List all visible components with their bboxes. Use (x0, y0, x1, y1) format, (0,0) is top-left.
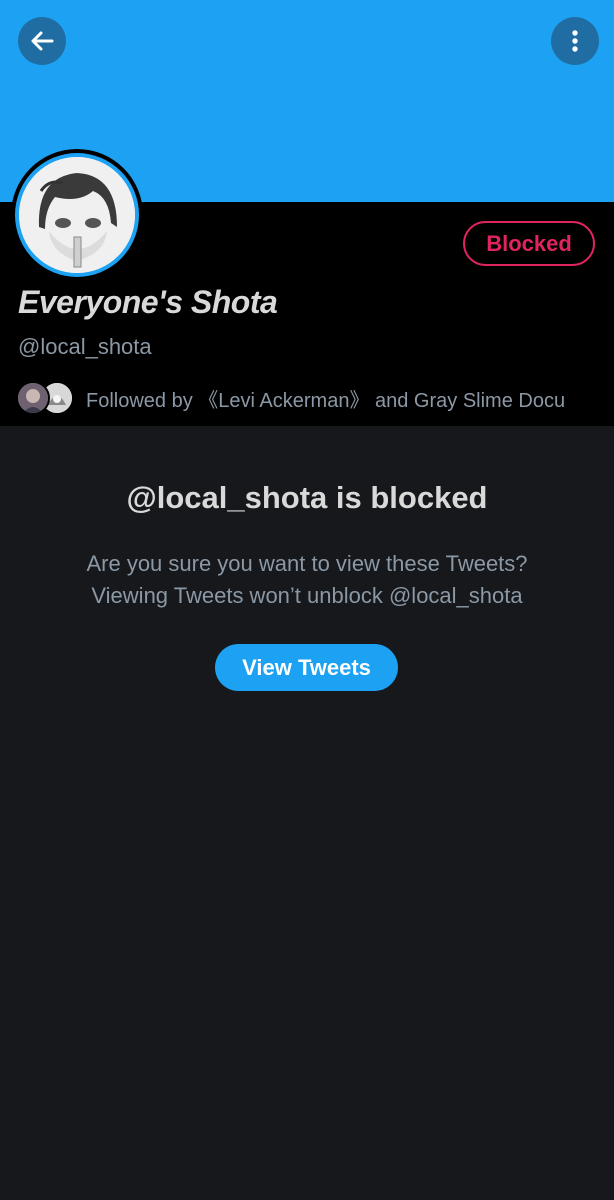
more-options-button[interactable] (551, 17, 599, 65)
followed-by-text: Followed by 《Levi Ackerman》 and Gray Sli… (86, 389, 566, 412)
back-button[interactable] (18, 17, 66, 65)
avatar-image (19, 157, 135, 273)
profile-handle: @local_shota (18, 334, 152, 359)
view-tweets-button[interactable]: View Tweets (215, 644, 398, 691)
blocked-description: Are you sure you want to view these Twee… (0, 548, 614, 612)
profile-avatar[interactable] (11, 149, 143, 281)
blocked-description-line1: Are you sure you want to view these Twee… (86, 551, 528, 576)
more-vertical-icon (572, 30, 578, 52)
blocked-title: @local_shota is blocked (126, 480, 488, 515)
blocked-notice: @local_shota is blocked Are you sure you… (0, 426, 614, 1200)
follower-avatar (16, 381, 50, 415)
blocked-button[interactable]: Blocked (463, 221, 595, 266)
followed-by-row[interactable]: Followed by 《Levi Ackerman》 and Gray Sli… (16, 380, 606, 416)
profile-display-name: Everyone's Shota (18, 284, 278, 320)
arrow-left-icon (31, 31, 54, 51)
blocked-description-line2: Viewing Tweets won’t unblock @local_shot… (91, 583, 523, 608)
